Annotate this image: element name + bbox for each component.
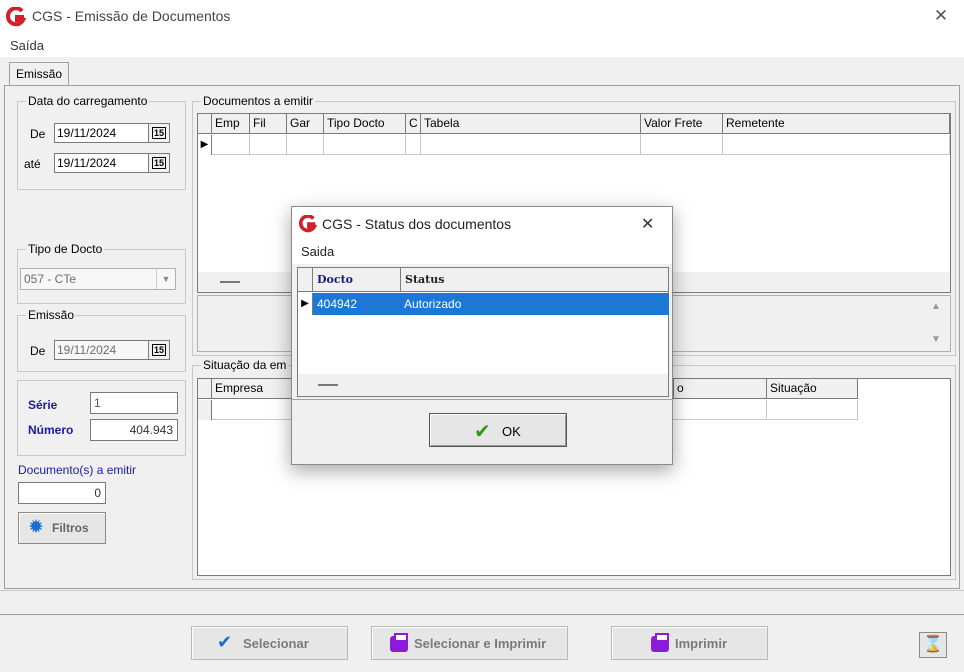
- grid-cell[interactable]: [406, 135, 421, 155]
- check-icon: ✔: [217, 632, 233, 652]
- calendar-de-button[interactable]: 15: [148, 123, 170, 143]
- dialog-menu-bar: [292, 240, 672, 264]
- col-header[interactable]: Tipo Docto: [324, 114, 406, 134]
- check-icon: ✔: [474, 421, 491, 443]
- row-indicator-icon: [198, 400, 212, 420]
- grid-cell[interactable]: [212, 135, 250, 155]
- grid-corner: [198, 114, 212, 134]
- status-cell: Autorizado: [404, 297, 462, 311]
- grid-cell[interactable]: [641, 135, 723, 155]
- ok-label: OK: [502, 424, 521, 439]
- col-header[interactable]: Emp: [212, 114, 250, 134]
- dialog-menu-saida[interactable]: Saida: [301, 244, 334, 259]
- filtros-button-label: Filtros: [52, 521, 89, 535]
- numero-label: Número: [28, 423, 74, 437]
- chevron-down-icon[interactable]: ▼: [156, 269, 175, 289]
- dialog-close-button[interactable]: ✕: [641, 214, 654, 234]
- serie-input[interactable]: 1: [90, 392, 178, 414]
- emissao-legend: Emissão: [28, 308, 75, 322]
- ok-button[interactable]: [429, 413, 567, 447]
- window-title: CGS - Emissão de Documentos: [32, 8, 231, 24]
- calendar-icon: 15: [151, 157, 166, 169]
- selecionar-label: Selecionar: [243, 636, 309, 651]
- bottom-divider: [0, 614, 964, 615]
- col-header[interactable]: Gar: [287, 114, 324, 134]
- col-header[interactable]: Status: [401, 268, 669, 292]
- menu-saida[interactable]: Saída: [10, 38, 44, 53]
- emissao-de-label: De: [30, 344, 46, 358]
- docs-emitir-label: Documento(s) a emitir: [18, 463, 137, 477]
- status-dialog: CGS - Status dos documentos ✕ Saida Doct…: [291, 206, 673, 465]
- calendar-icon: 15: [151, 344, 166, 356]
- cgs-logo-icon: [6, 7, 26, 27]
- data-ate-input[interactable]: 19/11/2024: [54, 153, 148, 173]
- col-header[interactable]: Fil: [250, 114, 287, 134]
- cgs-logo-icon: [299, 215, 317, 233]
- col-header[interactable]: C: [406, 114, 421, 134]
- grid-cell[interactable]: [287, 135, 324, 155]
- tab-emissao[interactable]: Emissão: [9, 62, 70, 86]
- status-grid[interactable]: Docto Status ▶ 404942 Autorizado: [297, 267, 669, 397]
- grid-footer: [298, 374, 668, 396]
- col-header[interactable]: o: [673, 379, 767, 399]
- grid-cell[interactable]: [723, 135, 950, 155]
- tipo-docto-select[interactable]: 057 - CTe: [20, 268, 176, 290]
- calendar-icon: 15: [151, 127, 166, 139]
- col-header[interactable]: Remetente: [723, 114, 950, 134]
- menu-bar: [0, 33, 964, 57]
- docs-emitir-count: 0: [18, 482, 106, 504]
- scroll-down-icon[interactable]: ▼: [931, 334, 941, 345]
- grid-cell[interactable]: [673, 400, 767, 420]
- docto-cell: 404942: [317, 297, 358, 311]
- emissao-de-input[interactable]: 19/11/2024: [54, 340, 148, 360]
- printer-icon: [390, 633, 408, 652]
- imprimir-label: Imprimir: [675, 636, 728, 651]
- calendar-ate-button[interactable]: 15: [148, 153, 170, 173]
- row-indicator-icon: ▶: [198, 135, 212, 155]
- printer-icon: [651, 633, 669, 652]
- numero-input[interactable]: 404.943: [90, 419, 178, 441]
- grid-corner: [298, 268, 313, 292]
- grid-cell[interactable]: [767, 400, 858, 420]
- de-label: De: [30, 127, 46, 141]
- hourglass-icon[interactable]: ⌛: [919, 632, 947, 658]
- dialog-title: CGS - Status dos documentos: [322, 216, 512, 232]
- serie-label: Série: [28, 398, 58, 412]
- data-carregamento-legend: Data do carregamento: [28, 94, 148, 108]
- col-header[interactable]: Valor Frete: [641, 114, 723, 134]
- tipo-docto-legend: Tipo de Docto: [28, 242, 103, 256]
- scroll-up-icon[interactable]: ▲: [931, 301, 941, 312]
- splitter-handle[interactable]: [220, 281, 240, 283]
- ate-label: até: [24, 157, 41, 171]
- status-strip: [0, 590, 964, 591]
- splitter-handle[interactable]: [318, 384, 338, 386]
- row-indicator-icon: ▶: [298, 293, 313, 315]
- gear-icon: ✹: [28, 517, 44, 538]
- close-window-button[interactable]: ✕: [930, 5, 952, 27]
- col-header[interactable]: Tabela: [421, 114, 641, 134]
- table-row[interactable]: 404942 Autorizado: [313, 293, 669, 315]
- documentos-legend: Documentos a emitir: [203, 94, 314, 108]
- data-de-input[interactable]: 19/11/2024: [54, 123, 148, 143]
- grid-cell[interactable]: [324, 135, 406, 155]
- col-header[interactable]: Docto: [313, 268, 401, 292]
- grid-cell[interactable]: [250, 135, 287, 155]
- grid-corner: [198, 379, 212, 399]
- dialog-divider: [292, 399, 672, 400]
- situacao-legend: Situação da em: [203, 358, 287, 372]
- col-header[interactable]: Situação: [767, 379, 858, 399]
- calendar-emissao-button[interactable]: 15: [148, 340, 170, 360]
- selecionar-imprimir-label: Selecionar e Imprimir: [414, 636, 547, 651]
- grid-cell[interactable]: [421, 135, 641, 155]
